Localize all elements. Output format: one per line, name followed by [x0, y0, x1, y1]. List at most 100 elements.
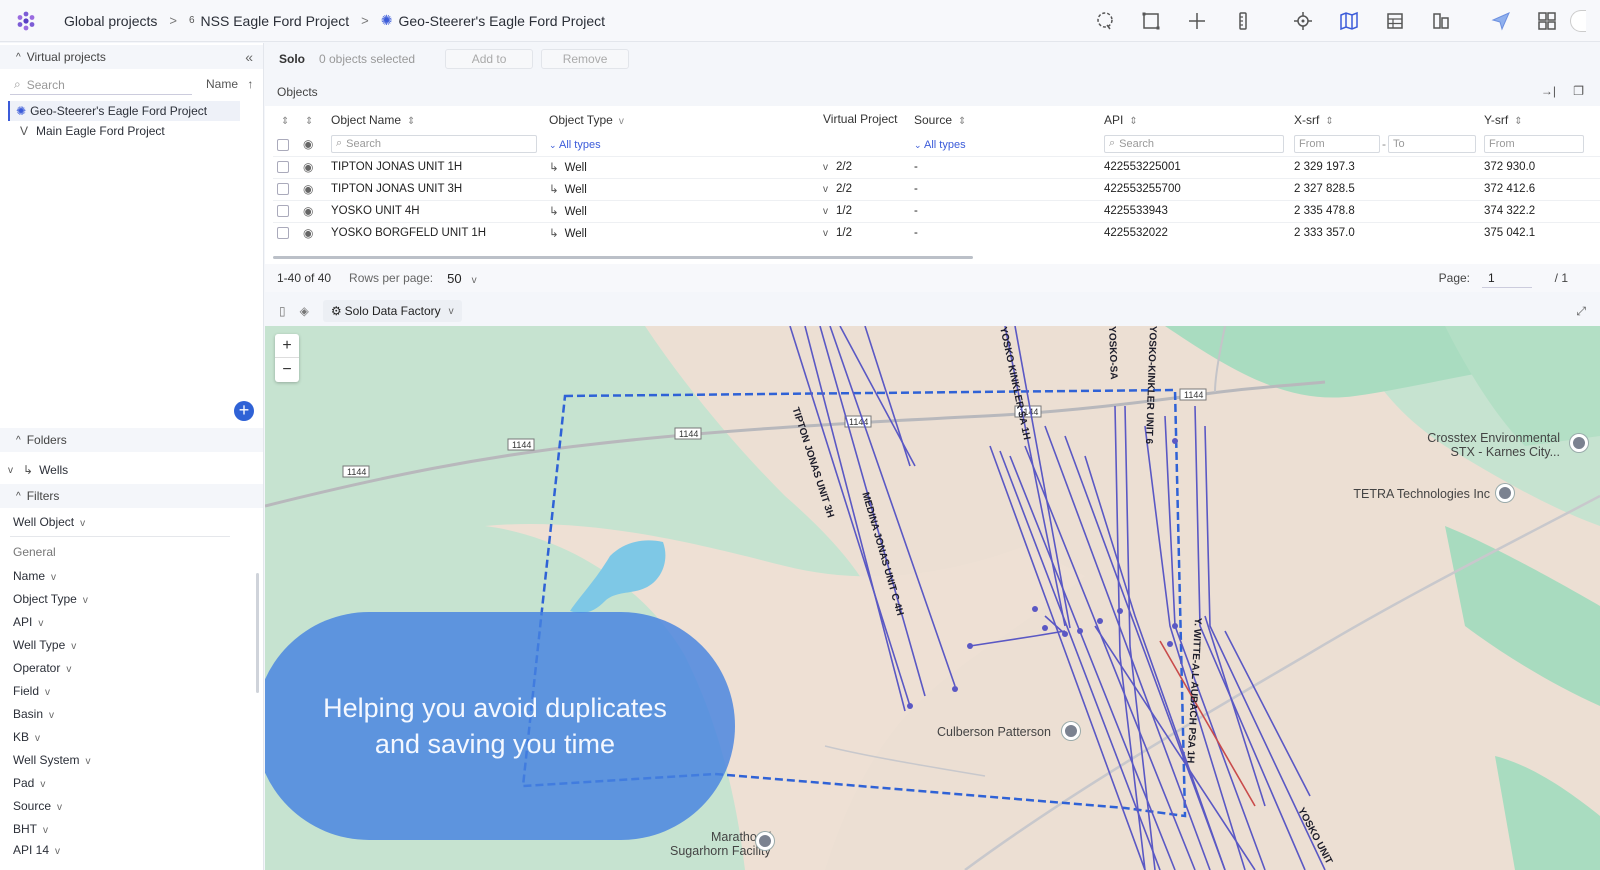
filter-field[interactable]: Field v [13, 684, 50, 698]
row-checkbox[interactable] [277, 182, 289, 195]
datasource-select[interactable]: ⚙ Solo Data Factory v [322, 300, 462, 322]
breadcrumb-global-projects[interactable]: Global projects [64, 13, 157, 29]
location-pin-icon[interactable] [1496, 484, 1514, 502]
rectangle-select-icon[interactable] [1128, 0, 1174, 42]
virtual-project-item[interactable]: V Main Eagle Ford Project [20, 121, 165, 141]
filter-kb[interactable]: KB v [13, 730, 40, 744]
eye-icon[interactable]: ◉ [303, 160, 313, 174]
filters-scrollbar[interactable] [256, 573, 259, 693]
copy-icon[interactable]: ❐ [1573, 84, 1584, 98]
document-icon[interactable]: ▯ [279, 304, 286, 318]
table-row[interactable]: ◉ TIPTON JONAS UNIT 1H ↳ Well v 2/2 - 4225… [273, 155, 1600, 178]
filter-api[interactable]: API v [13, 615, 43, 629]
ruler-icon[interactable] [1220, 0, 1266, 42]
object-type-filter[interactable]: ⌄ All types [549, 139, 601, 151]
eye-icon[interactable]: ◉ [303, 182, 313, 196]
eye-icon[interactable]: ◉ [303, 226, 313, 240]
remove-button[interactable]: Remove [541, 49, 630, 69]
filter-api-14[interactable]: API 14 v [13, 843, 60, 857]
x-to-input[interactable]: To [1388, 134, 1476, 153]
sort-visibility-header[interactable]: ⇕ [299, 108, 327, 132]
row-checkbox[interactable] [277, 204, 289, 217]
folders-header[interactable]: ^ Folders [0, 428, 263, 452]
collapse-panel-icon[interactable]: « [245, 49, 253, 65]
zoom-out-button[interactable]: − [275, 358, 299, 382]
target-icon[interactable] [1280, 0, 1326, 42]
log-view-icon[interactable] [1418, 0, 1464, 42]
table-row[interactable]: ◉ YOSKO UNIT 4H ↳ Well v 1/2 - 4225533943 … [273, 199, 1600, 222]
breadcrumb-current[interactable]: Geo-Steerer's Eagle Ford Project [399, 13, 606, 29]
column-virtual-project[interactable]: Virtual Project [819, 108, 910, 132]
filter-pad[interactable]: Pad v [13, 776, 45, 790]
poi-label[interactable]: Culberson Patterson [937, 725, 1051, 739]
x-from-input[interactable]: From [1294, 134, 1380, 153]
eye-icon[interactable]: ◉ [303, 204, 313, 218]
poi-label[interactable]: TETRA Technologies Inc [1353, 487, 1490, 501]
page-input[interactable]: 1 [1482, 268, 1532, 288]
add-project-button[interactable]: + [234, 401, 254, 421]
filter-name[interactable]: Name v [13, 569, 56, 583]
column-y-srf[interactable]: Y-srf ⇕ [1480, 108, 1600, 132]
virtual-project-item[interactable]: ✺ Geo-Steerer's Eagle Ford Project [8, 101, 240, 121]
filter-source[interactable]: Source v [13, 799, 62, 813]
api-search-input[interactable]: ⌕ Search [1104, 134, 1284, 153]
chevron-down-icon[interactable]: v [823, 206, 828, 217]
filter-object-dropdown[interactable]: Well Object v [13, 515, 85, 529]
rows-per-page-select[interactable]: 50 v [447, 271, 476, 286]
breadcrumb-project[interactable]: NSS Eagle Ford Project [201, 13, 350, 29]
cell-name: YOSKO UNIT 4H [327, 199, 545, 222]
location-pin-icon[interactable] [1570, 434, 1588, 452]
wells-folder[interactable]: v ↳ Wells [8, 463, 68, 477]
filter-well-type[interactable]: Well Type v [13, 638, 76, 652]
chevron-down-icon[interactable]: v [823, 184, 828, 195]
sort-by-name-button[interactable]: Name ↑ [206, 77, 253, 91]
navigate-icon[interactable] [1478, 0, 1524, 42]
crosshair-icon[interactable] [1174, 0, 1220, 42]
poi-label[interactable]: Crosstex Environmental STX - Karnes City… [1427, 431, 1560, 459]
table-row[interactable]: ◉ TIPTON JONAS UNIT 3H ↳ Well v 2/2 - 4225… [273, 177, 1600, 200]
chevron-down-icon: v [55, 846, 61, 857]
table-icon[interactable] [1372, 0, 1418, 42]
column-object-type[interactable]: Object Type v [545, 108, 819, 132]
location-pin-icon[interactable] [756, 832, 774, 850]
y-from-input[interactable]: From [1484, 134, 1584, 153]
filter-operator[interactable]: Operator v [13, 661, 71, 675]
column-source[interactable]: Source ⇕ [910, 108, 1100, 132]
sort-select-header[interactable]: ⇕ [273, 108, 299, 132]
chevron-down-icon[interactable]: v [823, 162, 828, 173]
filter-well-system[interactable]: Well System v [13, 753, 90, 767]
eye-icon[interactable]: ◉ [303, 137, 313, 151]
user-avatar-icon[interactable] [1570, 0, 1600, 42]
collapse-right-icon[interactable]: →| [1541, 84, 1556, 98]
layout-icon[interactable] [1524, 0, 1570, 42]
virtual-projects-header[interactable]: ^ Virtual projects « [0, 45, 263, 69]
cell-vp: v 2/2 [819, 155, 910, 178]
app-logo-icon[interactable] [0, 0, 52, 42]
filter-basin[interactable]: Basin v [13, 707, 54, 721]
chevron-down-icon[interactable]: v [823, 228, 828, 239]
project-search-input[interactable]: ⌕ Search [10, 75, 192, 95]
name-search-input[interactable]: ⌕ Search [331, 134, 537, 153]
map-icon[interactable] [1326, 0, 1372, 42]
column-x-srf[interactable]: X-srf ⇕ [1290, 108, 1480, 132]
lasso-select-icon[interactable] [1082, 0, 1128, 42]
well-label[interactable]: YOSKO-SA [1106, 326, 1119, 380]
table-row[interactable]: ◉ YOSKO BORGFELD UNIT 1H ↳ Well v 1/2 - 42… [273, 221, 1600, 244]
layers-icon[interactable]: ◈ [300, 304, 309, 318]
source-filter[interactable]: ⌄ All types [914, 139, 966, 151]
expand-icon[interactable]: ⤢ [1576, 304, 1586, 319]
filter-object-type[interactable]: Object Type v [13, 592, 88, 606]
column-object-name[interactable]: Object Name ⇕ [327, 108, 545, 132]
column-api[interactable]: API ⇕ [1100, 108, 1290, 132]
select-all-checkbox[interactable] [277, 138, 289, 151]
location-pin-icon[interactable] [1062, 722, 1080, 740]
row-checkbox[interactable] [277, 227, 289, 240]
map-view[interactable]: 1144 1144 1144 1144 1144 1144 + − TIPTON… [265, 326, 1600, 870]
filter-bht[interactable]: BHT v [13, 822, 48, 836]
zoom-in-button[interactable]: + [275, 334, 299, 358]
filter-label: Operator [13, 661, 61, 675]
row-checkbox[interactable] [277, 160, 289, 173]
table-horizontal-scrollbar[interactable] [273, 256, 973, 259]
add-to-button[interactable]: Add to [445, 49, 534, 69]
filters-header[interactable]: ^ Filters [0, 484, 263, 508]
